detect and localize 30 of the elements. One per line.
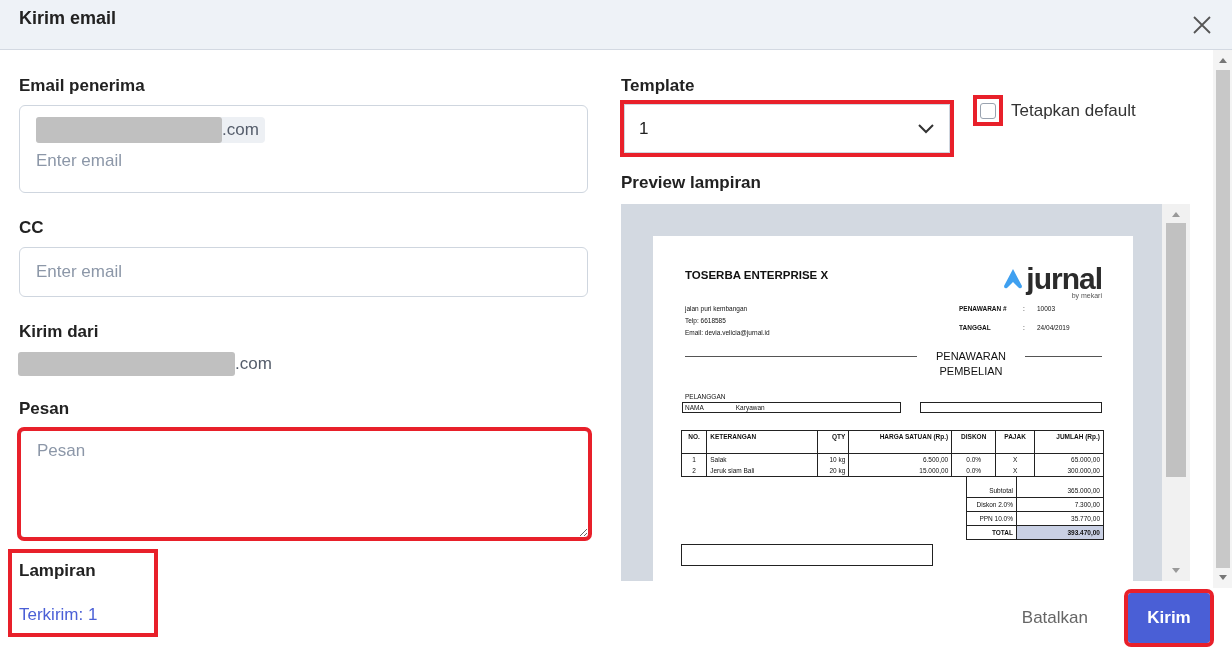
field-label: Pesan <box>19 399 71 419</box>
close-icon[interactable] <box>1192 14 1212 35</box>
email-field[interactable]: .com Enter email <box>19 105 588 193</box>
field-label: Kirim dari <box>19 322 100 342</box>
checkbox-label: Tetapkan default <box>1011 100 1136 121</box>
document-title: PENAWARAN <box>935 350 1007 362</box>
logo-name: jurnal <box>1026 264 1102 294</box>
document-title: PEMBELIAN <box>939 365 1003 377</box>
scroll-down-icon[interactable] <box>1217 574 1228 582</box>
scrollbar[interactable] <box>1162 204 1190 581</box>
attachment-link[interactable]: Terkirim: 1 <box>19 605 98 624</box>
company-name: TOSERBA ENTERPRISE X <box>685 269 829 281</box>
field-label: Lampiran <box>19 561 96 580</box>
message-field[interactable]: Pesan <box>20 430 589 538</box>
dialog-title: Kirim email <box>19 8 117 29</box>
scroll-up-icon[interactable] <box>1217 56 1228 64</box>
checkbox[interactable] <box>980 102 996 119</box>
field-label: Email penerima <box>19 76 146 96</box>
logo-icon <box>1004 269 1023 289</box>
email-chip[interactable]: .com <box>36 117 265 143</box>
field-label: Preview lampiran <box>621 173 762 193</box>
field-label: Template <box>621 76 696 96</box>
cancel-button[interactable]: Batalkan <box>1009 600 1100 636</box>
sender-email: .com <box>235 354 272 374</box>
field-label: CC <box>19 218 45 238</box>
scrollbar[interactable] <box>1213 50 1232 588</box>
chevron-down-icon <box>917 122 935 135</box>
scroll-down-icon[interactable] <box>1171 567 1181 575</box>
scroll-up-icon[interactable] <box>1171 210 1181 218</box>
cc-field[interactable]: Enter email <box>19 247 588 297</box>
